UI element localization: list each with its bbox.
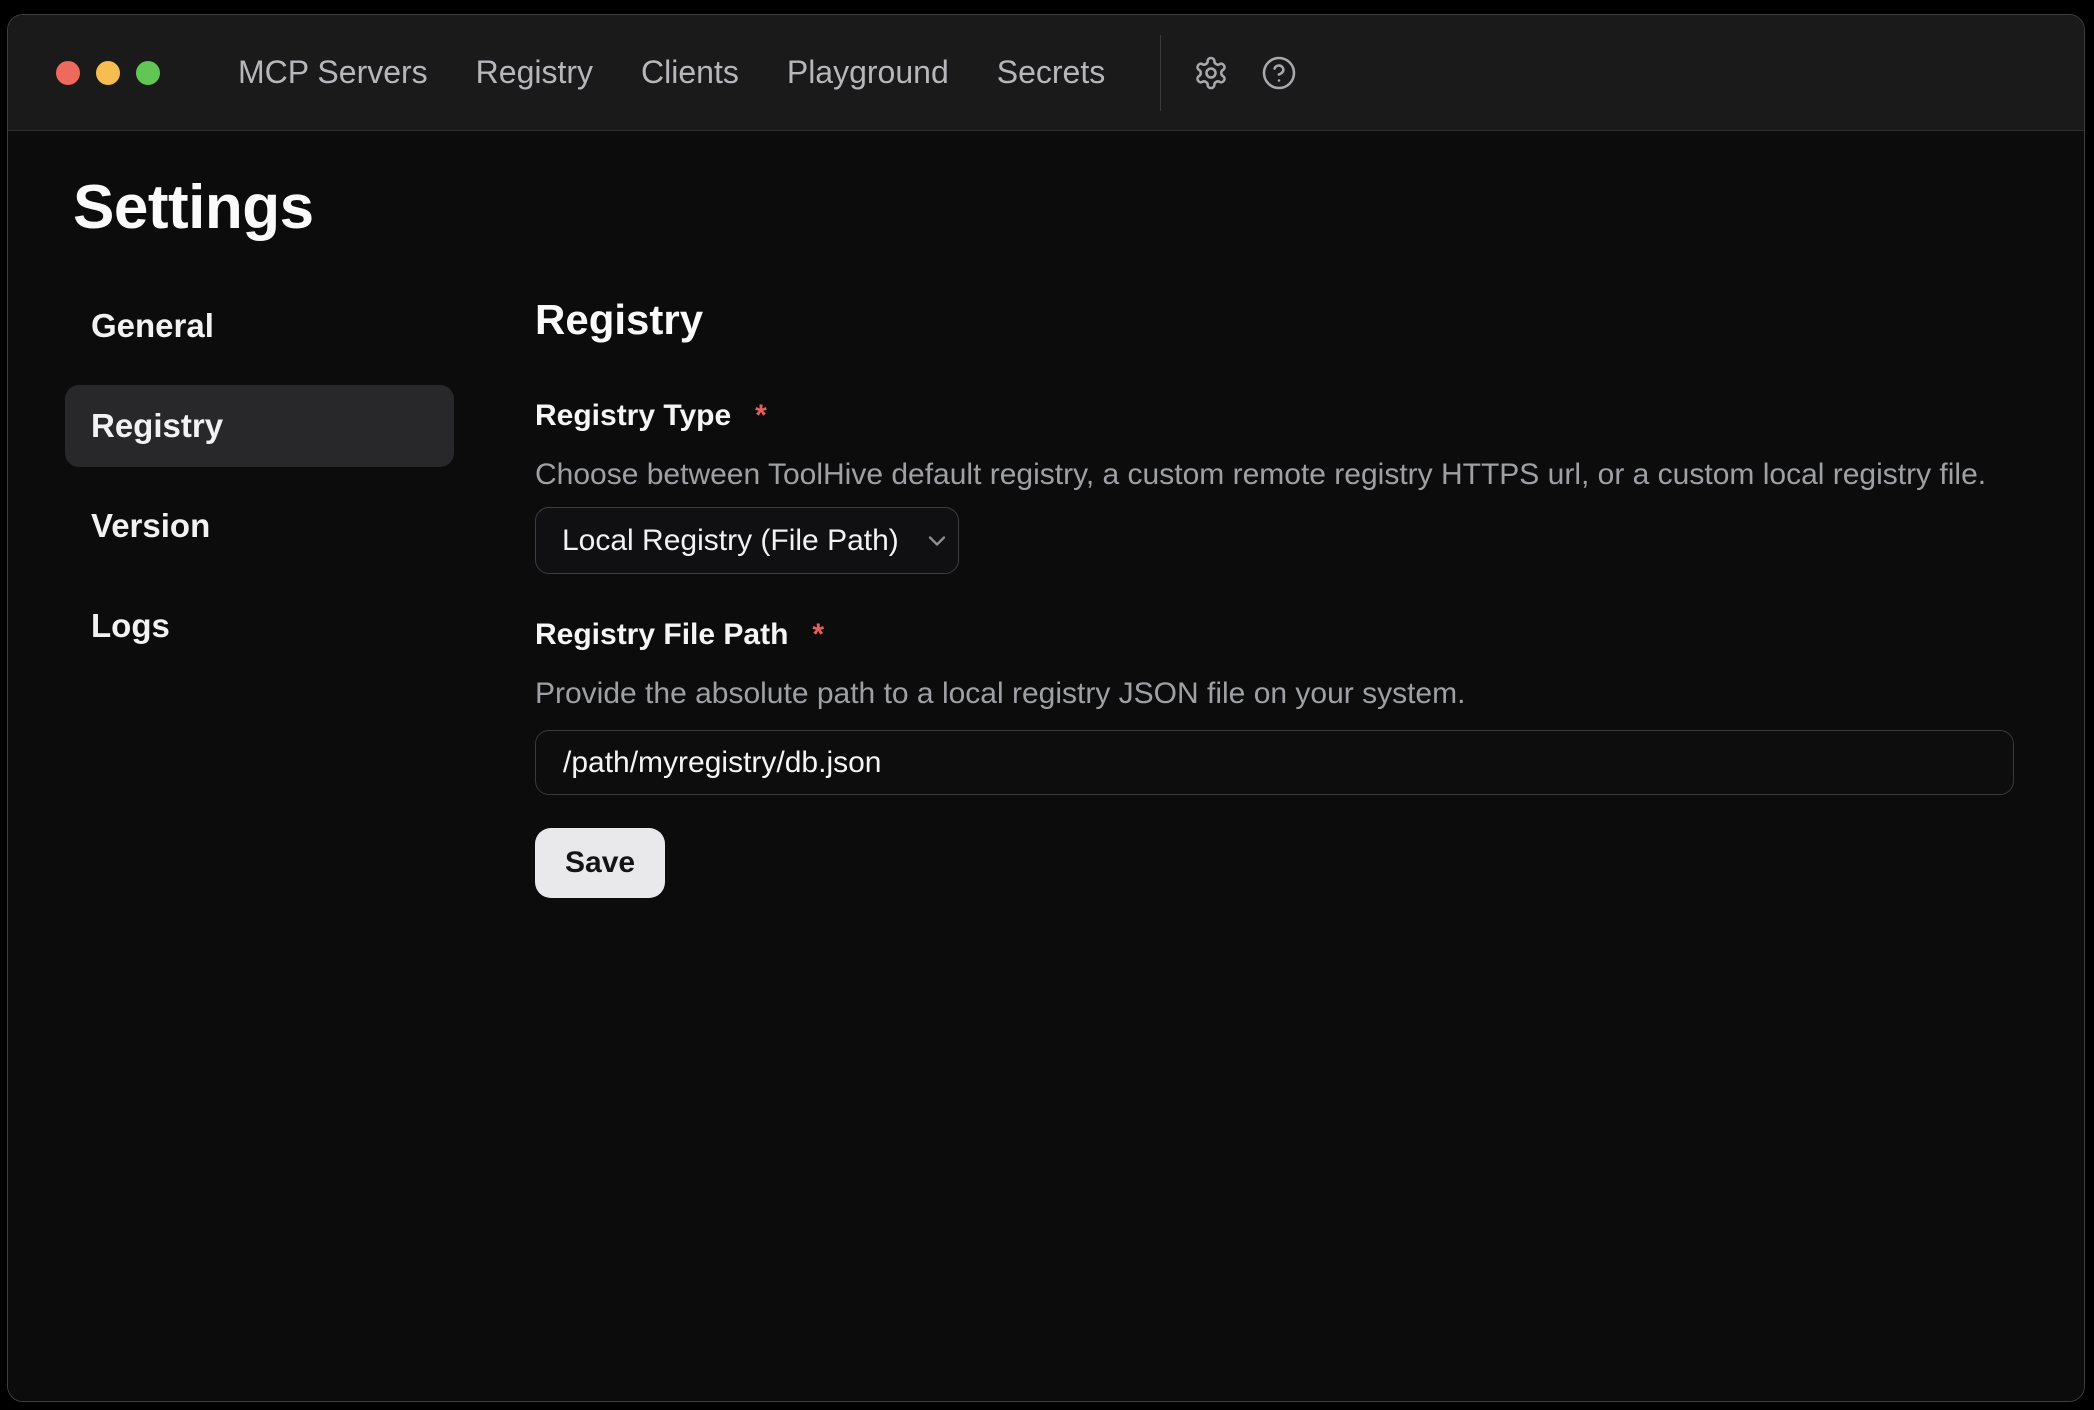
settings-sidebar: General Registry Version Logs (65, 285, 454, 898)
registry-type-description: Choose between ToolHive default registry… (535, 457, 2017, 493)
settings-page: Settings General Registry Version Logs R… (8, 131, 2084, 1401)
registry-type-select[interactable]: Local Registry (File Path) (535, 507, 959, 574)
registry-settings-panel: Registry Registry Type * Choose between … (535, 285, 2017, 898)
page-title: Settings (73, 171, 2084, 245)
minimize-window-button[interactable] (96, 61, 120, 85)
nav-item-playground[interactable]: Playground (787, 54, 949, 91)
titlebar-divider (1160, 35, 1161, 111)
nav-item-registry[interactable]: Registry (476, 54, 593, 91)
sidebar-item-logs[interactable]: Logs (65, 585, 454, 667)
nav-item-mcp-servers[interactable]: MCP Servers (238, 54, 428, 91)
close-window-button[interactable] (56, 61, 80, 85)
gear-icon (1193, 55, 1229, 91)
nav-item-secrets[interactable]: Secrets (997, 54, 1105, 91)
window-controls (56, 61, 160, 85)
registry-file-path-input[interactable] (535, 730, 2014, 795)
registry-type-selected-value: Local Registry (File Path) (562, 524, 899, 558)
sidebar-item-version[interactable]: Version (65, 485, 454, 567)
settings-gear-button[interactable] (1191, 53, 1231, 93)
help-icon (1261, 55, 1297, 91)
sidebar-item-registry[interactable]: Registry (65, 385, 454, 467)
required-asterisk: * (755, 397, 767, 435)
title-bar: MCP Servers Registry Clients Playground … (8, 15, 2084, 131)
registry-file-path-label: Registry File Path (535, 616, 788, 654)
nav-item-clients[interactable]: Clients (641, 54, 739, 91)
chevron-down-icon (923, 527, 951, 555)
app-window: MCP Servers Registry Clients Playground … (7, 14, 2085, 1402)
required-asterisk: * (812, 616, 824, 654)
registry-type-label: Registry Type (535, 397, 731, 435)
main-nav: MCP Servers Registry Clients Playground … (238, 54, 1105, 91)
registry-file-path-description: Provide the absolute path to a local reg… (535, 676, 2017, 712)
save-button[interactable]: Save (535, 828, 665, 898)
sidebar-item-general[interactable]: General (65, 285, 454, 367)
help-button[interactable] (1259, 53, 1299, 93)
section-heading: Registry (535, 295, 2017, 345)
zoom-window-button[interactable] (136, 61, 160, 85)
